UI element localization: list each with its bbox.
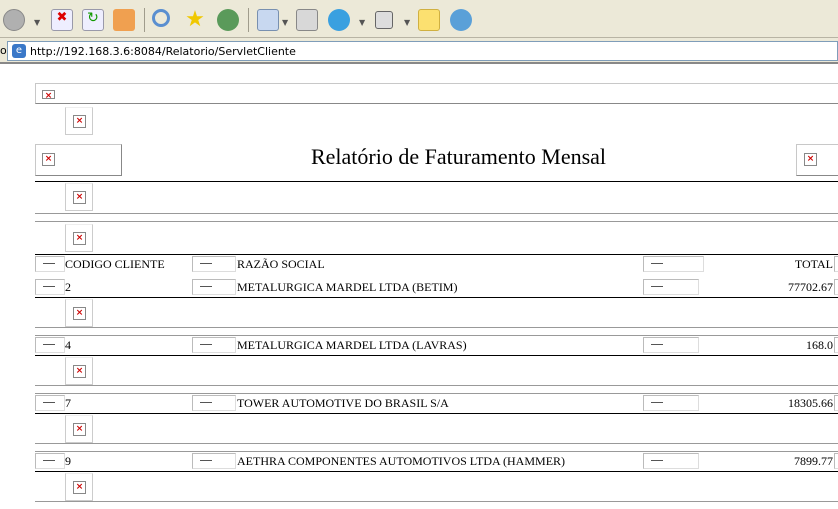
spacer-image — [834, 337, 838, 353]
broken-image-icon: × — [804, 153, 817, 166]
spacer-image — [192, 337, 236, 353]
print-icon[interactable] — [296, 9, 318, 31]
word-dropdown-icon[interactable]: ▼ — [404, 18, 410, 27]
divider — [35, 385, 838, 386]
broken-image-icon: × — [73, 481, 86, 494]
header-total: TOTAL — [794, 257, 833, 271]
divider — [35, 393, 838, 394]
spacer-image — [834, 279, 838, 295]
broken-image-icon: × — [73, 232, 86, 245]
header-name: RAZÃO SOCIAL — [237, 257, 325, 271]
row-name: METALURGICA MARDEL LTDA (LAVRAS) — [237, 338, 467, 352]
broken-image-icon: × — [73, 115, 86, 128]
favorites-icon[interactable]: ★ — [184, 9, 206, 31]
row-name: AETHRA COMPONENTES AUTOMOTIVOS LTDA (HAM… — [237, 454, 566, 468]
spacer-image — [35, 337, 65, 353]
divider — [35, 443, 838, 444]
divider — [35, 451, 838, 452]
skype-icon[interactable] — [328, 9, 350, 31]
history-icon[interactable] — [217, 9, 239, 31]
spacer-image — [643, 337, 699, 353]
divider — [35, 501, 838, 502]
row-name: METALURGICA MARDEL LTDA (BETIM) — [237, 280, 458, 294]
divider — [35, 413, 838, 414]
header-image-container: × — [35, 83, 838, 104]
broken-image: × — [65, 357, 93, 385]
row-total: 168.0 — [806, 338, 833, 352]
broken-image-icon: × — [73, 423, 86, 436]
spacer-image — [643, 395, 699, 411]
browser-toolbar: ▼ ✖ ↻ ★ ▼ ▼ ▼ — [0, 0, 838, 38]
row-total: 18305.66 — [788, 396, 833, 410]
row-code: 2 — [65, 280, 71, 294]
broken-image-icon: × — [42, 90, 55, 101]
address-bar: o e http://192.168.3.6:8084/Relatorio/Se… — [0, 38, 838, 64]
spacer-image — [192, 453, 236, 469]
address-label: o — [0, 44, 7, 57]
word-icon[interactable] — [375, 11, 393, 29]
row-total: 77702.67 — [788, 280, 833, 294]
spacer-image — [35, 279, 65, 295]
divider — [35, 355, 838, 356]
divider — [35, 335, 838, 336]
left-logo-image: × — [35, 144, 122, 176]
broken-image: × — [65, 299, 93, 327]
stop-icon[interactable]: ✖ — [51, 9, 73, 31]
mail-dropdown-icon[interactable]: ▼ — [282, 18, 288, 27]
home-icon[interactable] — [113, 9, 135, 31]
search-icon[interactable] — [152, 9, 170, 27]
row-total: 7899.77 — [794, 454, 833, 468]
header-code: CODIGO CLIENTE — [65, 257, 165, 271]
skype-dropdown-icon[interactable]: ▼ — [359, 18, 365, 27]
page-title: Relatório de Faturamento Mensal — [310, 144, 607, 169]
back-dropdown-icon[interactable]: ▼ — [34, 18, 40, 27]
divider — [35, 254, 838, 255]
spacer-image — [192, 279, 236, 295]
broken-image: × — [65, 473, 93, 501]
spacer-image — [643, 256, 704, 272]
broken-image-icon: × — [73, 307, 86, 320]
broken-image-icon: × — [42, 153, 55, 166]
spacer-image — [35, 453, 65, 469]
messenger-icon[interactable] — [450, 9, 472, 31]
row-code: 4 — [65, 338, 71, 352]
broken-image-icon: × — [73, 191, 86, 204]
spacer-image — [643, 279, 699, 295]
divider — [35, 221, 838, 222]
spacer-image — [192, 395, 236, 411]
broken-image: × — [65, 415, 93, 443]
broken-image: × — [65, 183, 93, 211]
back-icon[interactable] — [3, 9, 25, 31]
notes-icon[interactable] — [418, 9, 440, 31]
spacer-image — [643, 453, 699, 469]
broken-image: × — [65, 224, 93, 252]
row-code: 9 — [65, 454, 71, 468]
divider — [35, 297, 838, 298]
spacer-image — [192, 256, 236, 272]
row-code: 7 — [65, 396, 71, 410]
broken-image-icon: × — [73, 365, 86, 378]
divider — [35, 327, 838, 328]
spacer-image — [35, 256, 65, 272]
divider — [35, 213, 838, 214]
refresh-icon[interactable]: ↻ — [82, 9, 104, 31]
spacer-image — [35, 395, 65, 411]
spacer-image — [834, 256, 838, 272]
mail-icon[interactable] — [257, 9, 279, 31]
url-input[interactable]: e http://192.168.3.6:8084/Relatorio/Serv… — [7, 41, 838, 61]
row-name: TOWER AUTOMOTIVE DO BRASIL S/A — [237, 396, 449, 410]
divider — [35, 181, 838, 182]
spacer-image — [834, 453, 838, 469]
ie-page-icon: e — [12, 44, 26, 58]
broken-image: × — [65, 107, 93, 135]
divider — [35, 471, 838, 472]
url-text[interactable]: http://192.168.3.6:8084/Relatorio/Servle… — [30, 45, 296, 58]
right-logo-image: × — [796, 144, 838, 176]
spacer-image — [834, 395, 838, 411]
